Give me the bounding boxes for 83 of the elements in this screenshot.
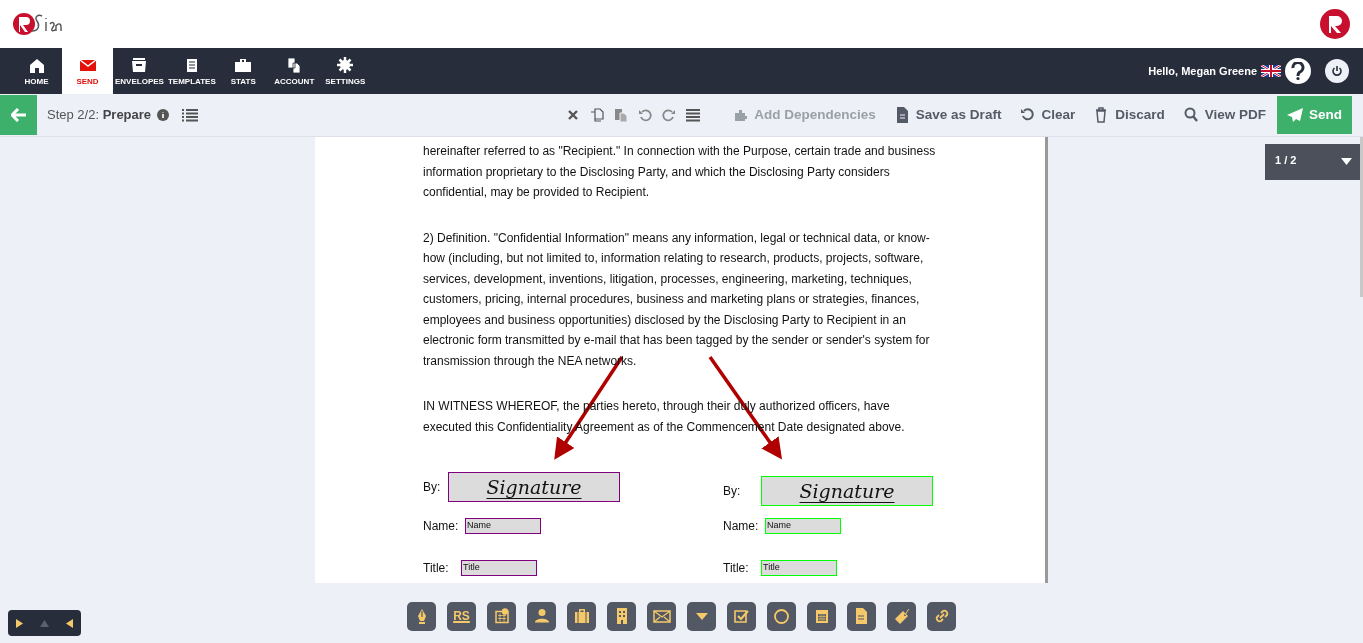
play-icon[interactable]	[16, 618, 24, 628]
tool-button[interactable]	[687, 601, 716, 631]
field-label: By:	[723, 482, 742, 500]
step-indicator: Step 2/2: Prepare	[47, 106, 152, 125]
tool-button[interactable]	[847, 601, 876, 631]
back-button[interactable]	[0, 95, 37, 135]
initials-tool-button[interactable]: RS	[447, 601, 476, 631]
toolbar-button[interactable]: Clear	[1020, 104, 1076, 126]
tool-button[interactable]	[887, 601, 916, 631]
nav-icon	[234, 56, 253, 74]
dropdown-icon	[695, 612, 708, 620]
link-icon	[934, 609, 949, 623]
tool-button[interactable]	[727, 601, 756, 631]
title-field[interactable]: Title	[761, 559, 837, 576]
building-icon	[616, 608, 627, 624]
tool-button[interactable]	[487, 601, 516, 631]
person-icon	[534, 609, 549, 623]
nav-tab[interactable]: TEMPLATES	[165, 48, 218, 94]
paragraph: hereinafter referred to as "Recipient." In connection with the Purpose, certain trade and business information proprietary to the Disclosing Party, and which the Disclosing Party considers confidential, may be provided to Recipient.	[423, 143, 937, 201]
tool-button[interactable]	[927, 601, 956, 631]
undo-icon[interactable]	[638, 108, 653, 122]
tool-button[interactable]	[407, 601, 436, 631]
help-icon[interactable]	[1285, 58, 1311, 84]
scrollbar[interactable]	[1360, 137, 1363, 297]
toolbar-button[interactable]: View PDF	[1183, 104, 1266, 126]
search-icon	[1183, 107, 1198, 123]
triangle-left-icon[interactable]	[65, 618, 73, 628]
pen-icon	[417, 608, 426, 624]
name-field[interactable]: Name	[465, 518, 541, 535]
nav-tab[interactable]: STATS	[217, 48, 269, 94]
redo-icon[interactable]	[662, 108, 677, 122]
document-icon	[894, 107, 909, 123]
field-label: Name:	[723, 518, 760, 535]
nav-icon	[336, 56, 355, 74]
paste-icon[interactable]	[614, 108, 629, 122]
radio-icon	[774, 608, 789, 624]
title-field[interactable]: Title	[461, 559, 537, 576]
signature-field[interactable]: Signature	[761, 476, 933, 506]
field-label: By:	[423, 478, 442, 496]
back-arrow-icon	[10, 108, 27, 122]
trash-icon	[1094, 107, 1109, 123]
envelope-icon	[652, 609, 671, 623]
undo-icon	[1020, 107, 1035, 123]
puzzle-icon	[733, 107, 748, 123]
tag-icon	[894, 608, 909, 624]
tool-button[interactable]	[807, 601, 836, 631]
nav-tab[interactable]: ACCOUNT	[268, 48, 320, 94]
page-navigator[interactable]	[8, 610, 81, 636]
field-label: Title:	[423, 559, 450, 577]
tool-button[interactable]	[647, 601, 676, 631]
checkbox-icon	[734, 609, 749, 623]
brand-icon	[1319, 8, 1351, 40]
greeting-text: Hello, Megan Greene	[1148, 63, 1257, 79]
nav-tab[interactable]: SETTINGS	[319, 48, 371, 94]
close-icon[interactable]	[566, 108, 581, 122]
nav-icon	[130, 56, 149, 74]
calendar-icon	[815, 609, 828, 623]
toolbar-button[interactable]: Discard	[1094, 104, 1165, 126]
paper-plane-icon	[1287, 108, 1303, 122]
nav-tab[interactable]: ENVELOPES	[113, 48, 166, 94]
copy-icon[interactable]	[590, 108, 605, 122]
nav-tab[interactable]: HOME	[11, 48, 62, 94]
list-icon[interactable]	[182, 108, 199, 122]
signature-field[interactable]: Signature	[448, 472, 620, 502]
nav-tab[interactable]: SEND	[62, 48, 113, 94]
menu-icon[interactable]	[686, 108, 701, 122]
tool-button[interactable]	[607, 601, 636, 631]
field-label: Title:	[723, 559, 750, 577]
name-field[interactable]: Name	[765, 518, 841, 535]
page-selector[interactable]: 1 / 2	[1265, 144, 1360, 180]
power-icon[interactable]	[1325, 59, 1349, 83]
calendar-clock-icon	[494, 608, 509, 624]
tool-button[interactable]	[567, 601, 596, 631]
info-icon[interactable]	[157, 109, 170, 121]
field-label: Name:	[423, 518, 460, 535]
flag-icon[interactable]	[1261, 65, 1281, 77]
nav-icon	[27, 56, 46, 74]
text-document-icon	[856, 608, 867, 624]
tool-button[interactable]	[767, 601, 796, 631]
caret-icon	[1341, 158, 1352, 165]
tool-button[interactable]	[527, 601, 556, 631]
briefcase-icon	[574, 609, 589, 623]
toolbar-button[interactable]: Save as Draft	[894, 104, 1002, 126]
